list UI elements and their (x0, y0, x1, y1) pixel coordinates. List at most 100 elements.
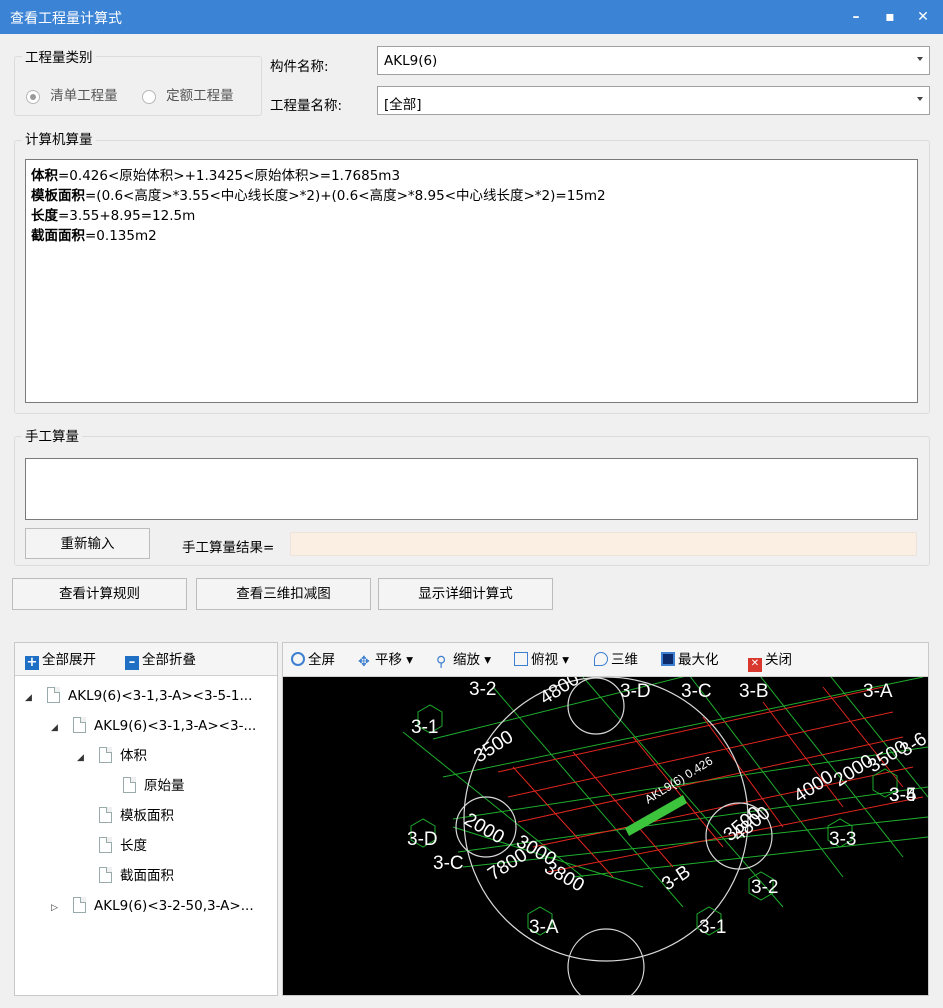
calc-line-volume: 体积=0.426<原始体积>+1.3425<原始体积>=1.7685m3 (31, 168, 401, 184)
tree-item[interactable]: 模板面积 (77, 805, 174, 827)
top-view-button[interactable]: 俯视 ▾ (514, 645, 569, 675)
manual-result-label: 手工算量结果= (182, 540, 275, 556)
close-icon: ✕ (748, 658, 762, 672)
document-icon (99, 747, 112, 763)
grid-label: 3-D (407, 829, 438, 850)
magnifier-icon: ⚲ (436, 654, 447, 670)
grid-label: 4800 (536, 677, 583, 709)
document-icon (99, 837, 112, 853)
calc-line-length: 长度=3.55+8.95=12.5m (31, 208, 196, 224)
quantity-name-label: 工程量名称: (270, 98, 343, 114)
radio-label: 定额工程量 (166, 88, 234, 104)
title-bar: 查看工程量计算式 – ▪ ✕ (0, 0, 943, 34)
component-name-label: 构件名称: (270, 59, 329, 75)
radio-checked-icon (26, 89, 40, 104)
maximize-icon[interactable]: ▪ (879, 6, 901, 28)
expand-arrow-icon[interactable]: ▷ (51, 897, 61, 919)
document-icon (73, 897, 86, 913)
document-icon (99, 867, 112, 883)
maximize-icon (661, 652, 675, 666)
fullscreen-icon (291, 652, 305, 666)
minimize-icon[interactable]: – (845, 6, 867, 28)
grid-label: 3-B (739, 681, 769, 702)
tree-toolbar: + 全部展开 – 全部折叠 (15, 643, 277, 676)
minus-icon: – (125, 656, 139, 670)
computer-calc-textbox[interactable]: 体积=0.426<原始体积>+1.3425<原始体积>=1.7685m3 模板面… (25, 159, 918, 403)
grid-label: 3-2 (469, 679, 496, 700)
grid-label: 3-3 (829, 829, 856, 850)
show-detail-button[interactable]: 显示详细计算式 (378, 578, 553, 610)
calc-line-formwork: 模板面积=(0.6<高度>*3.55<中心线长度>*2)+(0.6<高度>*8.… (31, 188, 606, 204)
collapse-arrow-icon[interactable]: ◢ (51, 717, 61, 739)
view-toolbar: 全屏 ✥ 平移 ▾ ⚲ 缩放 ▾ 俯视 ▾ 三维 最大化 ✕ 关闭 (283, 643, 928, 677)
grid-label: 3-4 (889, 785, 917, 806)
grid-label: 3-1 (699, 917, 726, 938)
radio-label: 清单工程量 (50, 88, 118, 104)
grid-label: 3-D (620, 681, 651, 702)
grid-label: 3-C (433, 853, 464, 874)
tree-item[interactable]: 长度 (77, 835, 147, 857)
grid-label: 3-1 (411, 717, 438, 738)
zoom-button[interactable]: ⚲ 缩放 ▾ (436, 645, 491, 675)
cube-icon (514, 652, 528, 666)
close-icon[interactable]: ✕ (912, 6, 934, 28)
manual-result-field[interactable] (290, 532, 917, 556)
tree-item[interactable]: ◢ AKL9(6)<3-1,3-A><3-5-1... (25, 685, 252, 707)
document-icon (73, 717, 86, 733)
computer-calc-title: 计算机算量 (22, 128, 96, 148)
maximize-button[interactable]: 最大化 (661, 645, 719, 675)
pan-button[interactable]: ✥ 平移 ▾ (358, 645, 413, 675)
expand-all-button[interactable]: + 全部展开 (25, 645, 96, 675)
3d-icon (594, 652, 608, 666)
tree-item-label: 原始量 (144, 778, 185, 794)
view-rules-button[interactable]: 查看计算规则 (12, 578, 187, 610)
tree-item[interactable]: ◢ AKL9(6)<3-1,3-A><3-... (51, 715, 256, 737)
tree-item-label: AKL9(6)<3-1,3-A><3-... (94, 718, 257, 734)
tree-panel: + 全部展开 – 全部折叠 ◢ AKL9(6)<3-1,3-A><3-5-1... ◢ A… (14, 642, 278, 996)
close-view-button[interactable]: ✕ 关闭 (748, 645, 792, 675)
manual-calc-textbox[interactable] (25, 458, 918, 520)
view-panel: 全屏 ✥ 平移 ▾ ⚲ 缩放 ▾ 俯视 ▾ 三维 最大化 ✕ 关闭 3-2 48… (282, 642, 929, 996)
window-title: 查看工程量计算式 (10, 11, 122, 27)
3d-viewport[interactable]: 3-2 4800 3-D 3-C 3-B 3-A3-1 35004000200035003-… (283, 677, 928, 995)
tree-item[interactable]: 截面面积 (77, 865, 174, 887)
collapse-arrow-icon[interactable]: ◢ (25, 687, 35, 709)
document-icon (123, 777, 136, 793)
grid-label: 3800 (541, 857, 588, 896)
reinput-button[interactable]: 重新输入 (25, 528, 150, 559)
document-icon (47, 687, 60, 703)
tree-item-label: 截面面积 (120, 868, 174, 884)
grid-label: 3-2 (751, 877, 778, 898)
fullscreen-button[interactable]: 全屏 (291, 645, 335, 675)
grid-label: 3-C (681, 681, 712, 702)
collapse-all-button[interactable]: – 全部折叠 (125, 645, 196, 675)
tree-item-label: 体积 (120, 748, 147, 764)
grid-label: 2000 (461, 809, 508, 848)
radio-unchecked-icon (142, 89, 156, 104)
radio-bill-quantity[interactable]: 清单工程量 (26, 84, 118, 104)
3d-button[interactable]: 三维 (594, 645, 638, 675)
tree-item[interactable]: 原始量 (101, 775, 185, 797)
view-3d-deduction-button[interactable]: 查看三维扣减图 (196, 578, 371, 610)
grid-label: 3-A (529, 917, 559, 938)
tree-item[interactable]: ◢ 体积 (77, 745, 147, 767)
quantity-name-value: [全部] (384, 97, 422, 113)
component-name-value: AKL9(6) (384, 53, 438, 69)
component-name-combo[interactable]: AKL9(6) (377, 46, 930, 75)
tree-item-label: 模板面积 (120, 808, 174, 824)
tree-item-label: AKL9(6)<3-2-50,3-A>... (94, 898, 254, 914)
grid-label: 3-A (863, 681, 893, 702)
tree-item[interactable]: ▷ AKL9(6)<3-2-50,3-A>... (51, 895, 254, 917)
document-icon (99, 807, 112, 823)
manual-calc-title: 手工算量 (22, 425, 82, 445)
calc-line-section: 截面面积=0.135m2 (31, 228, 157, 244)
tree-item-label: AKL9(6)<3-1,3-A><3-5-1... (68, 688, 253, 704)
radio-quota-quantity[interactable]: 定额工程量 (142, 84, 234, 104)
pan-icon: ✥ (358, 654, 370, 670)
collapse-arrow-icon[interactable]: ◢ (77, 747, 87, 769)
category-group-title: 工程量类别 (22, 46, 96, 66)
chevron-down-icon (917, 97, 923, 101)
tree-item-label: 长度 (120, 838, 147, 854)
quantity-name-combo[interactable]: [全部] (377, 86, 930, 115)
plus-icon: + (25, 655, 39, 670)
